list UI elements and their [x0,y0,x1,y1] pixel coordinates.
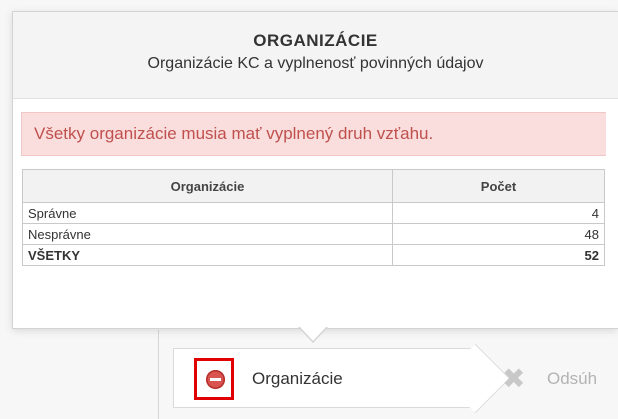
table-row: Nesprávne 48 [22,223,605,245]
row-value: 52 [392,244,605,266]
wizard-step-label[interactable]: Organizácie [252,369,343,389]
highlight-box[interactable] [194,358,234,400]
popup-pointer [298,326,328,343]
row-value: 48 [392,223,605,245]
row-label: Správne [22,202,393,224]
table-row: Správne 4 [22,202,605,224]
popup-subtitle: Organizácie KC a vyplnenosť povinných úd… [147,55,484,72]
column-header-organizacie: Organizácie [22,169,393,203]
popup-title: ORGANIZÁCIE [253,31,378,50]
popup-header: ORGANIZÁCIE Organizácie KC a vyplnenosť … [13,12,618,99]
error-alert: Všetky organizácie musia mať vyplnený dr… [21,112,606,156]
table-row-total: VŠETKY 52 [22,244,605,266]
table-header-row: Organizácie Počet [22,169,605,203]
x-icon: ✖ [502,362,526,395]
wizard-step-2-label[interactable]: Odsúh [547,369,597,389]
organizations-table: Organizácie Počet Správne 4 Nesprávne 48… [22,169,605,266]
stop-icon [206,370,225,389]
row-label: Nesprávne [22,223,393,245]
row-label: VŠETKY [22,244,393,266]
column-header-pocet: Počet [392,169,605,203]
row-value: 4 [392,202,605,224]
